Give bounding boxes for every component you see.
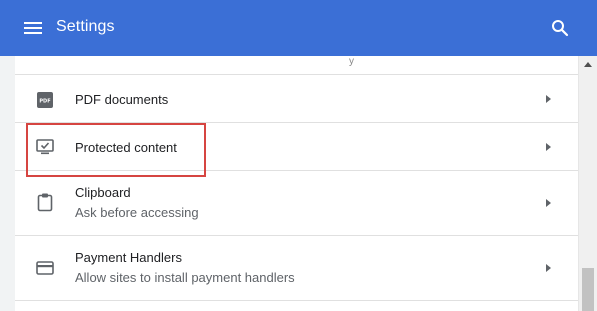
row-label: PDF documents [75, 92, 169, 107]
search-icon[interactable] [551, 19, 569, 37]
scrollbar-thumb[interactable] [582, 268, 594, 311]
settings-row-clipboard[interactable]: Clipboard Ask before accessing [15, 172, 578, 236]
settings-panel: y PDF PDF documents Protected content Cl… [15, 56, 578, 311]
chevron-right-icon[interactable] [546, 264, 551, 272]
row-sublabel: Ask before accessing [75, 205, 199, 220]
settings-row-protected-content[interactable]: Protected content [15, 124, 578, 171]
vertical-scrollbar[interactable] [578, 56, 597, 311]
settings-row-payment-handlers[interactable]: Payment Handlers Allow sites to install … [15, 237, 578, 301]
row-label: Clipboard [75, 185, 131, 200]
row-label: Payment Handlers [75, 250, 182, 265]
menu-icon[interactable] [24, 20, 42, 36]
row-sublabel: Allow sites to install payment handlers [75, 270, 295, 285]
previous-row-fragment: y [15, 56, 578, 75]
scroll-up-arrow-icon[interactable] [584, 62, 592, 67]
settings-row-pdf-documents[interactable]: PDF PDF documents [15, 76, 578, 123]
row-label: Protected content [75, 140, 177, 155]
app-header: Settings [0, 0, 597, 56]
svg-text:PDF: PDF [39, 99, 50, 105]
protected-content-icon [36, 139, 54, 155]
previous-row-text: y [349, 56, 354, 67]
pdf-icon: PDF [37, 92, 53, 108]
page-title: Settings [56, 18, 115, 35]
payment-card-icon [36, 261, 54, 275]
chevron-right-icon[interactable] [546, 95, 551, 103]
chevron-right-icon[interactable] [546, 143, 551, 151]
chevron-right-icon[interactable] [546, 199, 551, 207]
clipboard-icon [37, 193, 53, 212]
